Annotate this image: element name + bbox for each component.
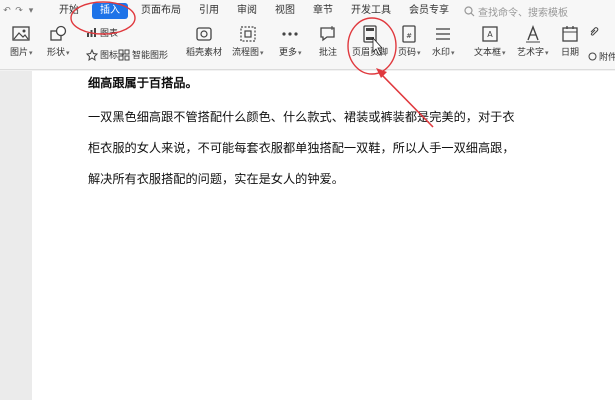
comment-button[interactable]: 批注 <box>318 25 338 58</box>
chart-icon <box>87 28 96 37</box>
page-number-icon: # <box>402 25 416 43</box>
comment-icon <box>320 26 335 42</box>
chart-button[interactable]: 图表 <box>86 26 118 39</box>
command-search[interactable]: 查找命令、搜索模板 <box>464 4 568 19</box>
flowchart-button[interactable]: 流程图▾ <box>232 25 264 58</box>
tab-insert[interactable]: 插入 <box>92 3 128 19</box>
header-footer-button[interactable]: 页眉页脚 <box>352 25 388 58</box>
tab-page-layout[interactable]: 页面布局 <box>132 0 190 22</box>
doc-line-3[interactable]: 解决所有衣服搭配的问题，实在是女人的钟爱。 <box>88 169 344 187</box>
smart-art-icon <box>118 49 130 60</box>
tab-chapter[interactable]: 章节 <box>304 0 342 22</box>
tab-home[interactable]: 开始 <box>50 0 88 22</box>
picture-icon <box>12 26 30 41</box>
menu-bar: ↶ ↷ ▾ 开始 插入 页面布局 引用 审阅 视图 章节 开发工具 会员专享 查… <box>0 0 615 22</box>
tab-member[interactable]: 会员专享 <box>400 0 458 22</box>
wordart-button[interactable]: 艺术字▾ <box>517 25 549 58</box>
shape-icon <box>50 25 67 41</box>
textbox-icon: A <box>482 26 498 42</box>
tab-review[interactable]: 审阅 <box>228 0 266 22</box>
smart-art-button[interactable]: 智能图形 <box>118 48 168 61</box>
doc-line-2[interactable]: 柜衣服的女人来说，不可能每套衣服都单独搭配一双鞋，所以人手一双细高跟， <box>88 138 515 156</box>
doc-line-1[interactable]: 一双黑色细高跟不管搭配什么颜色、什么款式、裙装或裤装都是完美的，对于衣 <box>88 107 515 125</box>
more-button[interactable]: 更多▾ <box>279 25 302 58</box>
undo-icon[interactable]: ↶ <box>2 6 12 16</box>
paperclip-icon <box>590 27 599 36</box>
picture-button[interactable]: 图片▾ <box>10 25 33 58</box>
ribbon-insert: 图片▾ 形状▾ 图表 图标 ▾ 智能图形 稻壳素材 流程图▾ 更多▾ 批注 页眉页… <box>0 22 615 70</box>
customize-icon[interactable]: ▾ <box>26 6 36 16</box>
material-button[interactable]: 稻壳素材 <box>186 25 222 58</box>
search-icon <box>464 5 475 16</box>
search-placeholder: 查找命令、搜索模板 <box>478 7 568 19</box>
wordart-icon <box>525 25 540 43</box>
watermark-button[interactable]: 水印▾ <box>432 25 455 58</box>
redo-icon[interactable]: ↷ <box>14 6 24 16</box>
flowchart-icon <box>240 26 256 42</box>
shape-button[interactable]: 形状▾ <box>47 25 70 58</box>
tab-references[interactable]: 引用 <box>190 0 228 22</box>
svg-text:A: A <box>487 30 493 39</box>
material-icon <box>196 27 212 41</box>
attachment-label[interactable]: 附件 <box>588 50 615 63</box>
calendar-icon <box>562 26 578 42</box>
tab-view[interactable]: 视图 <box>266 0 304 22</box>
header-footer-icon <box>363 25 377 43</box>
tab-developer[interactable]: 开发工具 <box>342 0 400 22</box>
watermark-icon <box>436 28 451 40</box>
document-area: 细高跟属于百搭品。 一双黑色细高跟不管搭配什么颜色、什么款式、裙装或裤装都是完美… <box>0 71 615 400</box>
svg-text:#: # <box>406 32 412 40</box>
date-button[interactable]: 日期 <box>560 25 580 58</box>
textbox-button[interactable]: A 文本框▾ <box>474 25 506 58</box>
attachment-icon <box>588 52 597 61</box>
more-icon <box>282 32 298 36</box>
doc-heading[interactable]: 细高跟属于百搭品。 <box>88 73 198 91</box>
quick-access: ↶ ↷ ▾ <box>0 6 50 16</box>
page-number-button[interactable]: # 页码▾ <box>398 25 421 58</box>
attachment-button[interactable] <box>588 26 599 37</box>
icons-library-icon <box>86 48 98 61</box>
